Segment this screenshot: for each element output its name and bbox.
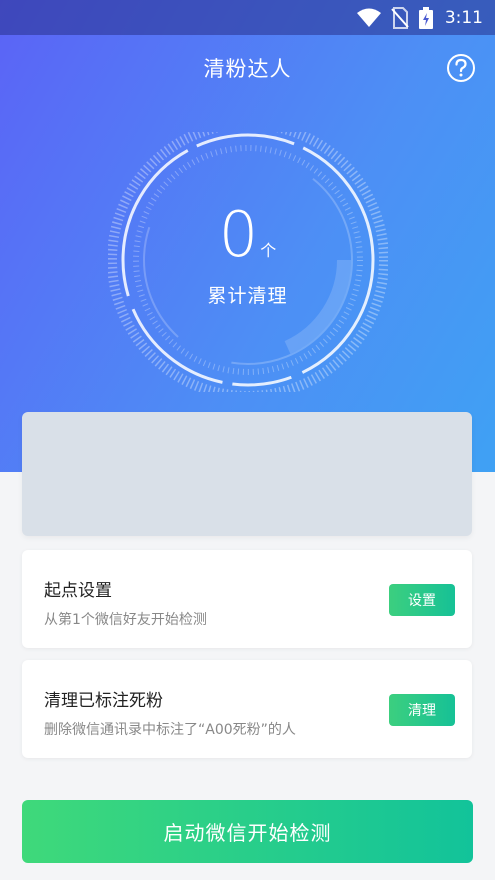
card-description: 删除微信通讯录中标注了“A00死粉”的人 [44,722,296,738]
page-title: 清粉达人 [203,57,292,81]
card-description: 从第1个微信好友开始检测 [44,612,207,628]
counter-unit: 个 [260,241,277,260]
battery-charging-icon [418,7,433,29]
card-title: 清理已标注死粉 [44,691,163,711]
banner-placeholder [22,412,472,536]
clean-marked-card: 清理已标注死粉 删除微信通讯录中标注了“A00死粉”的人 清理 [22,660,472,758]
counter-label: 累计清理 [207,285,288,307]
clean-button[interactable]: 清理 [389,694,455,726]
settings-button[interactable]: 设置 [389,584,455,616]
start-detection-button[interactable]: 启动微信开始检测 [22,800,473,863]
status-time: 3:11 [444,8,483,28]
no-sim-icon [391,7,409,29]
counter: 0个 [0,200,495,270]
start-point-card: 起点设置 从第1个微信好友开始检测 设置 [22,550,472,648]
wifi-icon [356,8,381,27]
help-icon[interactable] [446,53,476,83]
status-bar: 3:11 [0,0,495,35]
card-title: 起点设置 [44,581,112,601]
counter-value: 0 [218,198,259,271]
